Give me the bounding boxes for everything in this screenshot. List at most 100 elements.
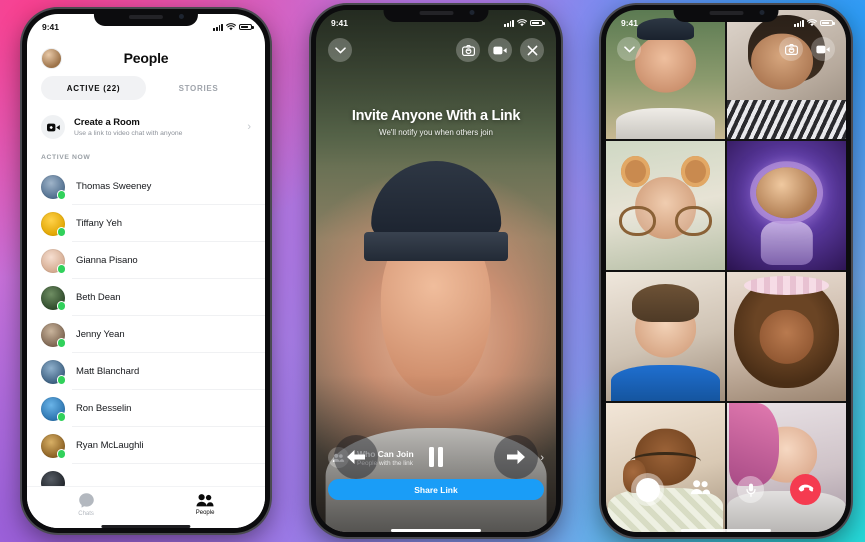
glasses-filter [619, 205, 656, 237]
participant-body [615, 108, 716, 139]
contact-name: Beth Dean [76, 292, 121, 303]
list-item[interactable]: Thomas Sweeney [27, 168, 265, 205]
center-phone-screen: 9:41 Invite Anyone With a Link We'll not… [316, 10, 556, 532]
avatar [41, 322, 66, 348]
section-label-active-now: ACTIVE NOW [41, 154, 91, 161]
left-tab-bar: ACTIVE (22) STORIES [27, 76, 265, 100]
tab-people[interactable]: People [196, 493, 214, 516]
status-time: 9:41 [331, 18, 349, 28]
contact-name: Gianna Pisano [76, 255, 138, 266]
contact-name: Ryan McLaughli [76, 440, 144, 451]
page-title: People [123, 50, 169, 66]
notch [383, 5, 489, 22]
tab-stories[interactable]: STORIES [146, 76, 251, 100]
end-call-button[interactable] [790, 474, 821, 505]
glasses-filter [675, 205, 712, 237]
list-item[interactable]: Ryan McLaughli [27, 427, 265, 464]
next-button[interactable] [494, 435, 538, 479]
profile-avatar[interactable] [41, 47, 62, 69]
participant-face [759, 309, 814, 364]
participant-tile[interactable] [727, 403, 846, 532]
participant-body [610, 364, 721, 401]
battery-icon [820, 19, 835, 27]
chevron-right-icon: › [247, 121, 251, 133]
list-item[interactable]: Gianna Pisano [27, 242, 265, 279]
invite-headline: Invite Anyone With a Link [351, 108, 521, 124]
contact-name: Jenny Yean [76, 329, 125, 340]
contact-name: Ron Besselin [76, 403, 132, 414]
list-item[interactable]: Jenny Yean [27, 316, 265, 353]
home-indicator[interactable] [101, 524, 191, 528]
next-arrow-icon [507, 450, 525, 464]
astronaut-helmet-filter [755, 166, 818, 219]
bear-ear-filter [680, 156, 710, 188]
home-indicator[interactable] [391, 528, 481, 532]
toggle-video-button[interactable] [811, 37, 835, 61]
video-camera-icon [493, 46, 507, 54]
list-item[interactable]: Matt Blanchard [27, 353, 265, 390]
microphone-icon [745, 483, 756, 497]
left-phone-messenger-people: 9:41 People ACTIVE (22) STORIES Create a… [22, 9, 270, 533]
mute-button[interactable] [737, 476, 764, 503]
minimize-button[interactable] [328, 38, 352, 62]
add-people-button[interactable] [690, 479, 711, 501]
share-link-button[interactable]: Share Link [328, 479, 544, 500]
status-indicators [504, 19, 545, 27]
signal-bars-icon [504, 19, 514, 27]
pause-button[interactable] [414, 435, 458, 479]
end-call-icon [798, 484, 814, 492]
left-header: People [27, 40, 265, 76]
participant-tile[interactable] [606, 403, 725, 532]
avatar [41, 174, 66, 200]
signal-bars-icon [794, 19, 804, 27]
tab-chats[interactable]: Chats [78, 492, 95, 517]
chevron-down-icon [617, 37, 641, 61]
people-icon [690, 479, 711, 494]
avatar [41, 433, 66, 459]
effects-button[interactable] [631, 473, 664, 506]
home-indicator[interactable] [681, 528, 771, 532]
switch-camera-button[interactable] [779, 37, 803, 61]
contact-name: Thomas Sweeney [76, 181, 152, 192]
top-scrim [316, 10, 556, 167]
invite-subtext: We'll notify you when others join [379, 128, 493, 137]
previous-button[interactable] [334, 435, 378, 479]
close-button[interactable] [520, 38, 544, 62]
minimize-button[interactable] [617, 37, 641, 61]
avatar [41, 248, 66, 274]
list-item[interactable]: Beth Dean [27, 279, 265, 316]
create-room-text: Create a Room Use a link to video chat w… [74, 117, 247, 137]
participant-tile[interactable] [727, 272, 846, 401]
toggle-video-button[interactable] [488, 38, 512, 62]
people-icon [196, 493, 214, 506]
participant-face [634, 35, 697, 93]
wifi-icon [226, 23, 236, 31]
participant-tile[interactable] [727, 141, 846, 270]
pause-icon [438, 447, 443, 467]
list-item[interactable] [27, 464, 265, 486]
tab-chats-label: Chats [78, 510, 94, 517]
create-room-row[interactable]: Create a Room Use a link to video chat w… [27, 106, 265, 148]
avatar [41, 359, 66, 385]
participant-hair [632, 283, 699, 323]
switch-camera-button[interactable] [456, 38, 480, 62]
notch [673, 5, 779, 22]
avatar [41, 470, 65, 486]
participant-tile[interactable] [606, 272, 725, 401]
participant-grid [606, 10, 846, 532]
chat-bubble-icon [78, 492, 94, 508]
list-item[interactable]: Ron Besselin [27, 390, 265, 427]
avatar [41, 285, 66, 311]
subject-cap-brim [364, 231, 508, 261]
astronaut-suit-filter [760, 220, 813, 265]
contact-list[interactable]: Thomas Sweeney Tiffany Yeh Gianna Pisano… [27, 168, 265, 486]
close-x-icon [527, 45, 537, 55]
list-item[interactable]: Tiffany Yeh [27, 205, 265, 242]
tab-active[interactable]: ACTIVE (22) [41, 76, 146, 100]
right-top-controls [779, 37, 835, 61]
avatar [41, 396, 66, 422]
wifi-icon [807, 19, 817, 27]
participant-tile[interactable] [606, 141, 725, 270]
signal-bars-icon [213, 23, 223, 31]
invite-headline-block: Invite Anyone With a Link We'll notify y… [316, 108, 556, 137]
